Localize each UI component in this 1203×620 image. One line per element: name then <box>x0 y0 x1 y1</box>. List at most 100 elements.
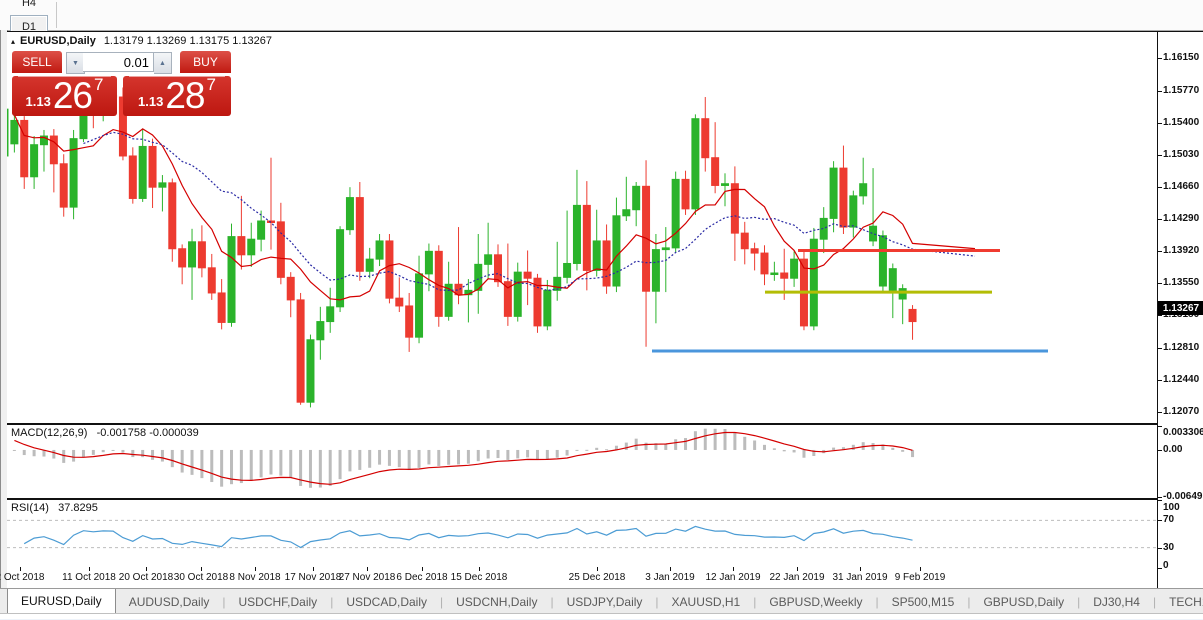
sell-price-sup: 7 <box>94 78 103 92</box>
timeframe-button-h4[interactable]: H4 <box>10 0 48 15</box>
chart-tab-usdchf[interactable]: USDCHF,Daily <box>226 589 331 614</box>
chart-tab-xauusd[interactable]: XAUUSD,H1 <box>659 589 754 614</box>
sell-box-divider <box>18 76 111 77</box>
price-tick-mark <box>1158 412 1162 413</box>
price-axis-label: 1.15400 <box>1163 117 1199 128</box>
rsi-tick-mark <box>1158 568 1162 569</box>
price-axis-label: 1.13920 <box>1163 245 1199 256</box>
rsi-canvas[interactable] <box>7 500 1157 568</box>
macd-name: MACD(12,26,9) <box>11 427 87 439</box>
time-tick-mark <box>479 567 480 571</box>
chart-tab-eurusd[interactable]: EURUSD,Daily <box>7 589 116 614</box>
buy-price-big: 28 <box>165 79 204 112</box>
macd-label: MACD(12,26,9) -0.001758 -0.000039 <box>11 427 199 439</box>
price-tick-mark <box>1158 123 1162 124</box>
one-click-trade-panel: SELL ▼ 0.01 ▲ BUY 1.13 26 7 1.13 28 7 <box>12 51 231 116</box>
price-tick-mark <box>1158 58 1162 59</box>
price-axis-label: 1.12070 <box>1163 406 1199 417</box>
time-tick-mark <box>797 567 798 571</box>
volume-increase-button[interactable]: ▲ <box>154 52 172 74</box>
chart-quote-line: 1.13179 1.13269 1.13175 1.13267 <box>104 35 272 47</box>
macd-tick-mark <box>1158 497 1162 498</box>
volume-input[interactable]: 0.01 <box>83 52 154 72</box>
rsi-panel[interactable]: RSI(14) 37.8295 <box>7 499 1157 569</box>
chart-tab-usdjpy[interactable]: USDJPY,Daily <box>554 589 656 614</box>
rsi-name: RSI(14) <box>11 502 49 514</box>
collapse-icon[interactable]: ▴ <box>11 37 15 46</box>
rsi-tick-mark <box>1158 548 1162 549</box>
trading-terminal-window: M30H1H4D1W1MN MACD(12,26,9) -0.001758 -0… <box>0 0 1203 620</box>
price-axis-label: 1.15770 <box>1163 85 1199 96</box>
price-tick-mark <box>1158 91 1162 92</box>
price-tick-mark <box>1158 283 1162 284</box>
chart-tab-bar: EURUSD,DailyAUDUSD,Daily|USDCHF,Daily|US… <box>0 588 1203 614</box>
sell-price-big: 26 <box>53 79 92 112</box>
toolbar-separator <box>56 2 57 28</box>
time-axis-label: 2 Oct 2018 <box>0 572 44 583</box>
chart-tab-tech100[interactable]: TECH100,H1 <box>1156 589 1203 614</box>
time-axis-label: 31 Jan 2019 <box>832 572 887 583</box>
current-price-badge: 1.13267 <box>1158 301 1203 315</box>
price-axis-label: 1.14290 <box>1163 213 1199 224</box>
time-tick-mark <box>597 567 598 571</box>
macd-axis-label: 0.00 <box>1163 444 1182 455</box>
time-axis-label: 25 Dec 2018 <box>569 572 626 583</box>
chart-tab-usdcad[interactable]: USDCAD,Daily <box>333 589 440 614</box>
time-axis-label: 20 Oct 2018 <box>119 572 173 583</box>
price-axis-label: 1.12440 <box>1163 374 1199 385</box>
macd-signal-line <box>14 433 912 485</box>
spinner-up-icon: ▲ <box>159 60 166 67</box>
chart-tab-gbpusd[interactable]: GBPUSD,Weekly <box>756 589 875 614</box>
time-tick-mark <box>146 567 147 571</box>
time-tick-mark <box>255 567 256 571</box>
chart-tab-sp500[interactable]: SP500,M15 <box>879 589 968 614</box>
buy-button[interactable]: BUY <box>180 51 231 73</box>
buy-price-small: 1.13 <box>138 92 163 112</box>
chart-tab-audusd[interactable]: AUDUSD,Daily <box>116 589 223 614</box>
buy-box-divider <box>129 76 225 77</box>
time-tick-mark <box>920 567 921 571</box>
chart-tab-gbpusd[interactable]: GBPUSD,Daily <box>970 589 1077 614</box>
hline-objects[interactable] <box>652 250 1048 351</box>
time-axis-label: 9 Feb 2019 <box>895 572 946 583</box>
rsi-axis-label: 0 <box>1163 560 1169 571</box>
sell-price-box[interactable]: 1.13 26 7 <box>12 76 117 116</box>
price-tick-mark <box>1158 219 1162 220</box>
macd-values: -0.001758 -0.000039 <box>97 427 199 439</box>
macd-axis-label: 0.003306 <box>1163 427 1203 438</box>
chart-tab-dj30[interactable]: DJ30,H4 <box>1080 589 1153 614</box>
price-axis-label: 1.13550 <box>1163 277 1199 288</box>
rsi-axis-label: 30 <box>1163 542 1174 553</box>
rsi-axis-label: 70 <box>1163 514 1174 525</box>
buy-price-box[interactable]: 1.13 28 7 <box>123 76 231 116</box>
time-axis[interactable]: 2 Oct 201811 Oct 201820 Oct 201830 Oct 2… <box>7 567 1157 588</box>
chart-title: ▴ EURUSD,Daily 1.13179 1.13269 1.13175 1… <box>11 35 272 47</box>
rsi-tick-mark <box>1158 520 1162 521</box>
status-strip <box>0 613 1203 620</box>
time-tick-mark <box>670 567 671 571</box>
macd-panel[interactable]: MACD(12,26,9) -0.001758 -0.000039 <box>7 424 1157 499</box>
time-tick-mark <box>201 567 202 571</box>
time-axis-label: 11 Oct 2018 <box>62 572 116 583</box>
chart-tab-usdcnh[interactable]: USDCNH,Daily <box>443 589 550 614</box>
rsi-tick-mark <box>1158 500 1162 501</box>
time-axis-label: 8 Nov 2018 <box>229 572 280 583</box>
buy-price-sup: 7 <box>207 78 216 92</box>
time-axis-label: 27 Nov 2018 <box>339 572 396 583</box>
price-tick-mark <box>1158 348 1162 349</box>
price-tick-mark <box>1158 187 1162 188</box>
macd-tick-mark <box>1158 426 1162 427</box>
time-tick-mark <box>733 567 734 571</box>
time-axis-label: 30 Oct 2018 <box>174 572 228 583</box>
price-tick-mark <box>1158 380 1162 381</box>
time-tick-mark <box>89 567 90 571</box>
sell-button[interactable]: SELL <box>12 51 62 73</box>
time-axis-label: 3 Jan 2019 <box>645 572 695 583</box>
price-axis[interactable]: 1.161501.157701.154001.150301.146601.142… <box>1157 31 1203 589</box>
timeframe-toolbar: M30H1H4D1W1MN <box>0 0 1203 31</box>
time-tick-mark <box>313 567 314 571</box>
time-axis-label: 15 Dec 2018 <box>451 572 508 583</box>
rsi-line <box>24 526 912 547</box>
time-tick-mark <box>422 567 423 571</box>
price-tick-mark <box>1158 155 1162 156</box>
